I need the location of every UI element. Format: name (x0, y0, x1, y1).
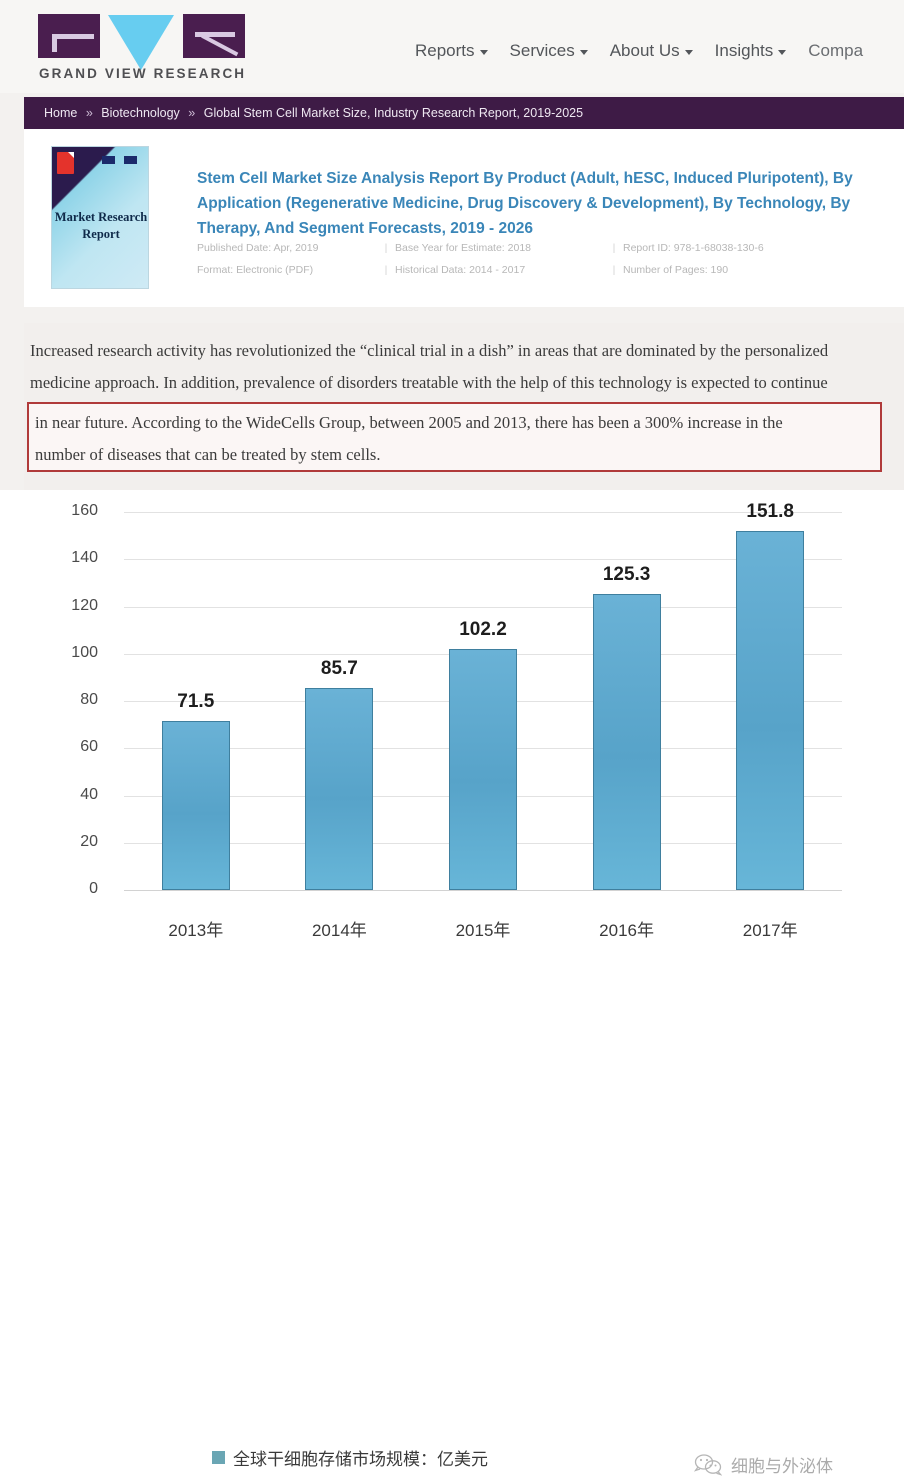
breadcrumb-separator-icon: » (188, 106, 196, 120)
report-metadata-row: Format: Electronic (PDF) | Historical Da… (197, 259, 897, 281)
site-logo[interactable]: GRAND VIEW RESEARCH (38, 14, 253, 84)
chevron-down-icon (778, 49, 787, 55)
chart-gridline (124, 890, 842, 891)
nav-item-about-us[interactable]: About Us (610, 41, 693, 61)
chart-bar[interactable] (449, 648, 517, 890)
decorative-square-icon (124, 156, 137, 164)
chart-bar[interactable] (592, 593, 661, 890)
logo-wordmark: GRAND VIEW RESEARCH (39, 66, 247, 81)
legend-color-swatch (212, 1451, 225, 1464)
watermark: 细胞与外泌体 (694, 1452, 833, 1477)
pdf-icon (57, 152, 74, 174)
y-axis-tick-label: 0 (89, 880, 98, 897)
breadcrumb-bar: Home » Biotechnology » Global Stem Cell … (24, 97, 904, 129)
nav-item-reports[interactable]: Reports (415, 41, 488, 61)
chart-bar-value-label: 71.5 (177, 691, 215, 713)
x-axis-tick-label: 2017年 (742, 921, 798, 940)
meta-divider: | (612, 264, 616, 276)
chart-legend: 全球干细胞存储市场规模：亿美元 (0, 1445, 700, 1470)
meta-base-year: Base Year for Estimate: 2018 (395, 242, 532, 254)
x-axis-tick-label: 2015年 (455, 921, 511, 940)
meta-divider: | (384, 264, 388, 276)
highlighted-text-line: number of diseases that can be treated b… (35, 445, 381, 464)
report-title: Stem Cell Market Size Analysis Report By… (197, 170, 853, 238)
chart-bar[interactable] (736, 531, 805, 890)
report-metadata-row: Published Date: Apr, 2019 | Base Year fo… (197, 237, 897, 259)
meta-divider: | (384, 242, 388, 254)
logo-letter-g-icon (38, 14, 100, 58)
breadcrumb-link-category[interactable]: Biotechnology (101, 106, 180, 120)
x-axis-tick-label: 2016年 (599, 921, 654, 940)
nav-item-services[interactable]: Services (510, 41, 588, 61)
chevron-down-icon (684, 49, 693, 55)
main-navigation: Reports Services About Us Insights Compa (415, 38, 863, 64)
breadcrumb-current-page: Global Stem Cell Market Size, Industry R… (203, 106, 584, 120)
x-axis-tick-label: 2013年 (168, 921, 224, 940)
article-paragraph-line: medicine approach. In addition, prevalen… (30, 373, 828, 392)
chart-plot-area: 160 140 120 100 80 60 40 20 0 71.5 2013年 85.7 2014年 1… (71, 501, 842, 940)
highlighted-text-box: in near future. According to the WideCel… (27, 402, 882, 472)
chevron-down-icon (579, 49, 588, 55)
y-axis-tick-label: 160 (71, 502, 98, 519)
chart-gridline (124, 559, 842, 561)
breadcrumb-separator-icon: » (85, 106, 93, 120)
breadcrumb: Home » Biotechnology » Global Stem Cell … (24, 106, 583, 120)
y-axis-tick-label: 40 (80, 785, 98, 803)
y-axis-tick-label: 20 (80, 832, 98, 850)
nav-item-label: Compa (808, 41, 864, 60)
nav-item-label: About Us (609, 41, 680, 60)
nav-item-companies[interactable]: Compa (808, 41, 863, 61)
chart-bar-value-label: 125.3 (602, 563, 651, 585)
chart-bar-value-label: 85.7 (320, 657, 358, 679)
nav-item-label: Insights (714, 41, 774, 60)
report-cover-thumbnail[interactable]: Market Research Report (51, 146, 149, 289)
chart-bar-value-label: 151.8 (746, 501, 794, 523)
nav-item-label: Services (509, 41, 575, 60)
site-header: GRAND VIEW RESEARCH Reports Services Abo… (0, 0, 904, 93)
article-paragraph-line: Increased research activity has revoluti… (30, 341, 829, 360)
chart-bar[interactable] (161, 721, 230, 890)
legend-label: 全球干细胞存储市场规模：亿美元 (233, 1450, 488, 1469)
highlighted-text-line: in near future. According to the WideCel… (35, 413, 783, 432)
report-cover-label: Market Research Report (54, 210, 148, 241)
wechat-icon (694, 1453, 722, 1476)
meta-divider: | (612, 242, 616, 254)
nav-item-label: Reports (415, 41, 475, 60)
report-metadata: Published Date: Apr, 2019 | Base Year fo… (197, 237, 897, 281)
logo-letter-r-icon (183, 14, 245, 58)
report-card: Market Research Report Stem Cell Market … (24, 129, 904, 307)
nav-item-insights[interactable]: Insights (715, 41, 787, 61)
meta-published-date: Published Date: Apr, 2019 (197, 242, 319, 254)
decorative-square-icon (102, 156, 115, 164)
y-axis-tick-label: 60 (80, 738, 98, 756)
logo-triangle-v-icon (108, 15, 174, 70)
meta-report-id: Report ID: 978-1-68038-130-6 (623, 242, 764, 254)
x-axis-tick-label: 2014年 (311, 921, 367, 940)
meta-format: Format: Electronic (PDF) (197, 264, 314, 276)
watermark-label: 细胞与外泌体 (731, 1457, 833, 1476)
meta-number-of-pages: Number of Pages: 190 (623, 264, 729, 276)
article-body: Increased research activity has revoluti… (24, 323, 904, 490)
chart-bar[interactable] (305, 687, 374, 890)
chart-gridline (124, 606, 842, 608)
logo-mark-group (38, 14, 246, 70)
meta-historical-data: Historical Data: 2014 - 2017 (395, 264, 526, 276)
website-screenshot-region: GRAND VIEW RESEARCH Reports Services Abo… (0, 0, 904, 490)
bar-chart-region: 160 140 120 100 80 60 40 20 0 71.5 2013年 85.7 2014年 1… (0, 490, 904, 1476)
chevron-down-icon (479, 49, 488, 55)
y-axis-tick-label: 120 (71, 596, 98, 614)
breadcrumb-link-home[interactable]: Home (44, 106, 77, 120)
y-axis-tick-label: 80 (80, 691, 98, 708)
y-axis-tick-label: 140 (71, 549, 98, 567)
chart-bar-value-label: 102.2 (459, 618, 507, 640)
y-axis-tick-label: 100 (71, 643, 98, 661)
